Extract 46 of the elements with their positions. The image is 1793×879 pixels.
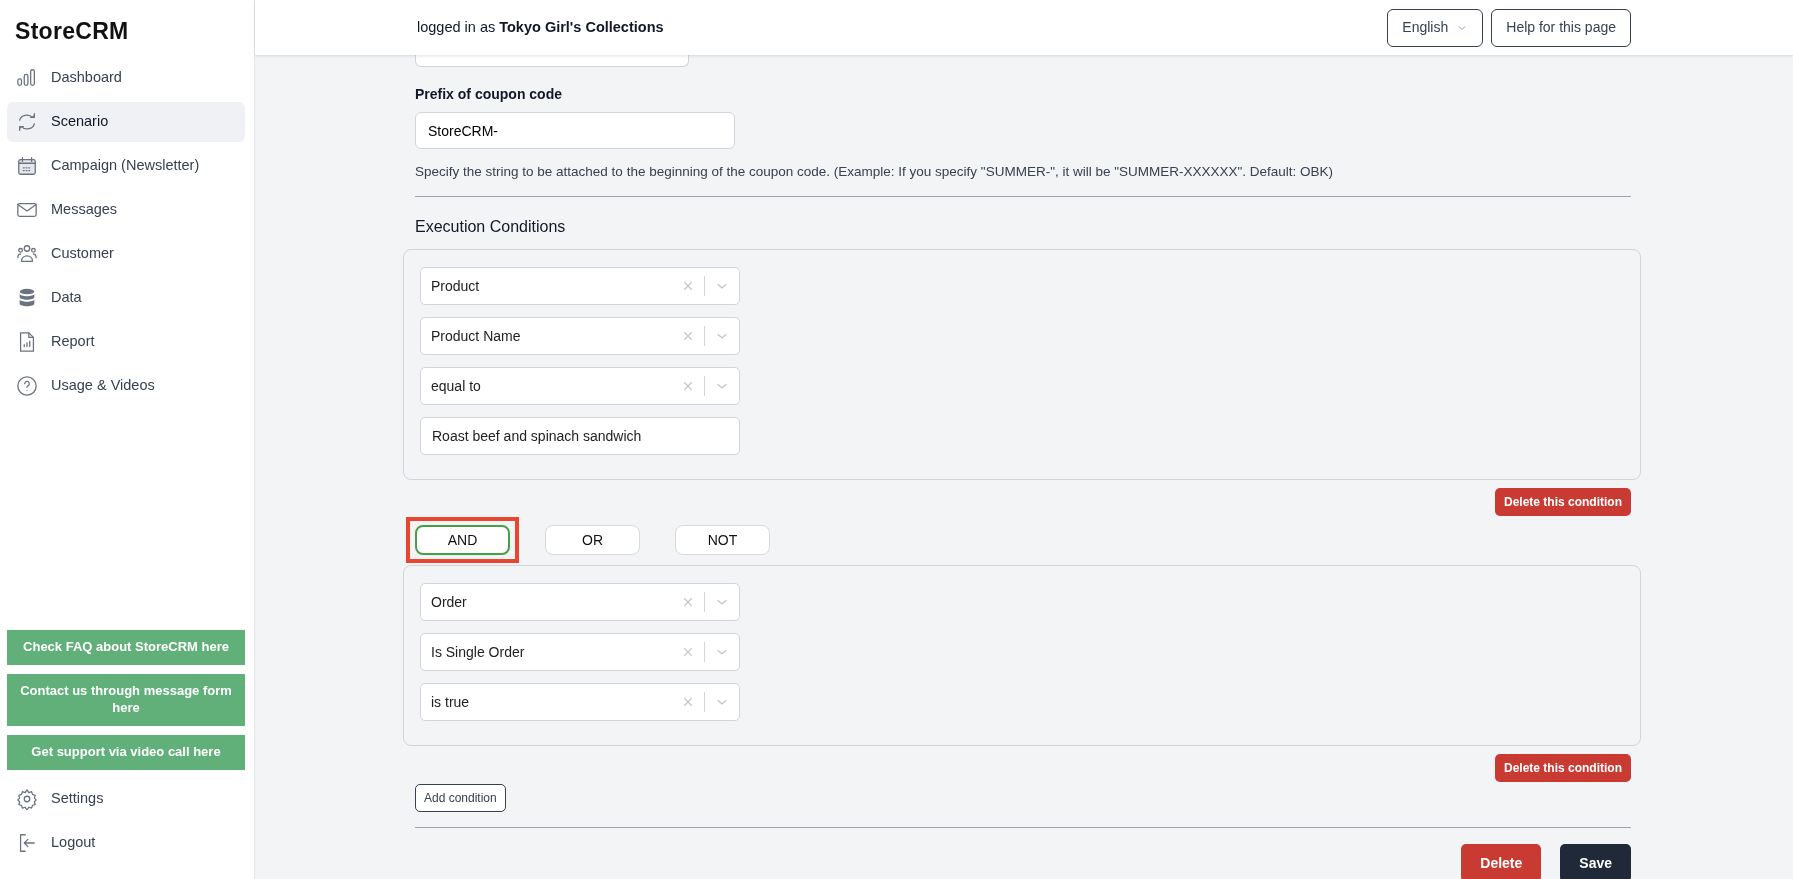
logic-toggle-button[interactable]: OR [545,525,640,556]
save-button[interactable]: Save [1560,844,1631,879]
login-status-text: logged in as Tokyo Girl's Collections [417,17,664,37]
clear-icon [682,280,694,293]
dropdown-field[interactable]: Product [420,267,740,306]
dropdown-field[interactable]: Product Name [420,317,740,356]
clear-icon [682,696,694,709]
section-title: Execution Conditions [415,217,567,238]
bar-chart-icon [16,67,38,89]
dropdown-field[interactable]: Order [420,583,740,622]
delete-condition-button[interactable]: Delete this condition [1495,754,1631,783]
sidebar-item[interactable]: Dashboard [7,58,245,98]
delete-condition-button[interactable]: Delete this condition [1495,488,1631,517]
dropdown-field[interactable]: Is Single Order [420,633,740,672]
dropdown-field[interactable]: is true [420,683,740,722]
refresh-icon [16,111,38,133]
sidebar-item[interactable]: Scenario [7,102,245,142]
gear-icon [16,788,38,810]
language-dropdown[interactable]: English [1387,8,1484,47]
delete-button[interactable]: Delete [1461,844,1542,879]
calendar-icon [16,155,38,177]
clear-icon [682,596,694,609]
text-field[interactable]: Roast beef and spinach sandwich [420,417,740,456]
logic-toggle-button[interactable]: NOT [675,525,770,556]
question-circle-icon [16,375,38,397]
sidebar-item[interactable]: Usage & Videos [7,366,245,406]
people-icon [16,243,38,265]
help-button[interactable]: Help for this page [1491,8,1631,47]
clear-icon [682,330,694,343]
logo-text: StoreCRM [14,17,130,46]
add-condition-button[interactable]: Add condition [415,784,506,813]
sidebar-item[interactable]: Customer [7,234,245,274]
sidebar-item[interactable]: Messages [7,190,245,230]
sidebar-item[interactable]: Logout [7,823,245,863]
clear-icon [682,380,694,393]
text-field[interactable]: StoreCRM- [415,112,735,149]
help-text: Specify the string to be attached to the beginning of the coupon code. (Example: If you specify "SUMMER-", it will be "SUMMER-XXXXXX". Default: OBK) [415,163,1335,181]
dropdown-field[interactable]: equal to [420,367,740,406]
logic-toggle-button[interactable]: AND [415,525,510,556]
text-field[interactable] [415,55,689,67]
sidebar-item[interactable]: Campaign (Newsletter) [7,146,245,186]
clear-icon [682,646,694,659]
sidebar-item[interactable]: Settings [7,779,245,819]
field-label: Prefix of coupon code [415,85,563,104]
sidebar-item[interactable]: Data [7,278,245,318]
sidebar-item[interactable]: Report [7,322,245,362]
